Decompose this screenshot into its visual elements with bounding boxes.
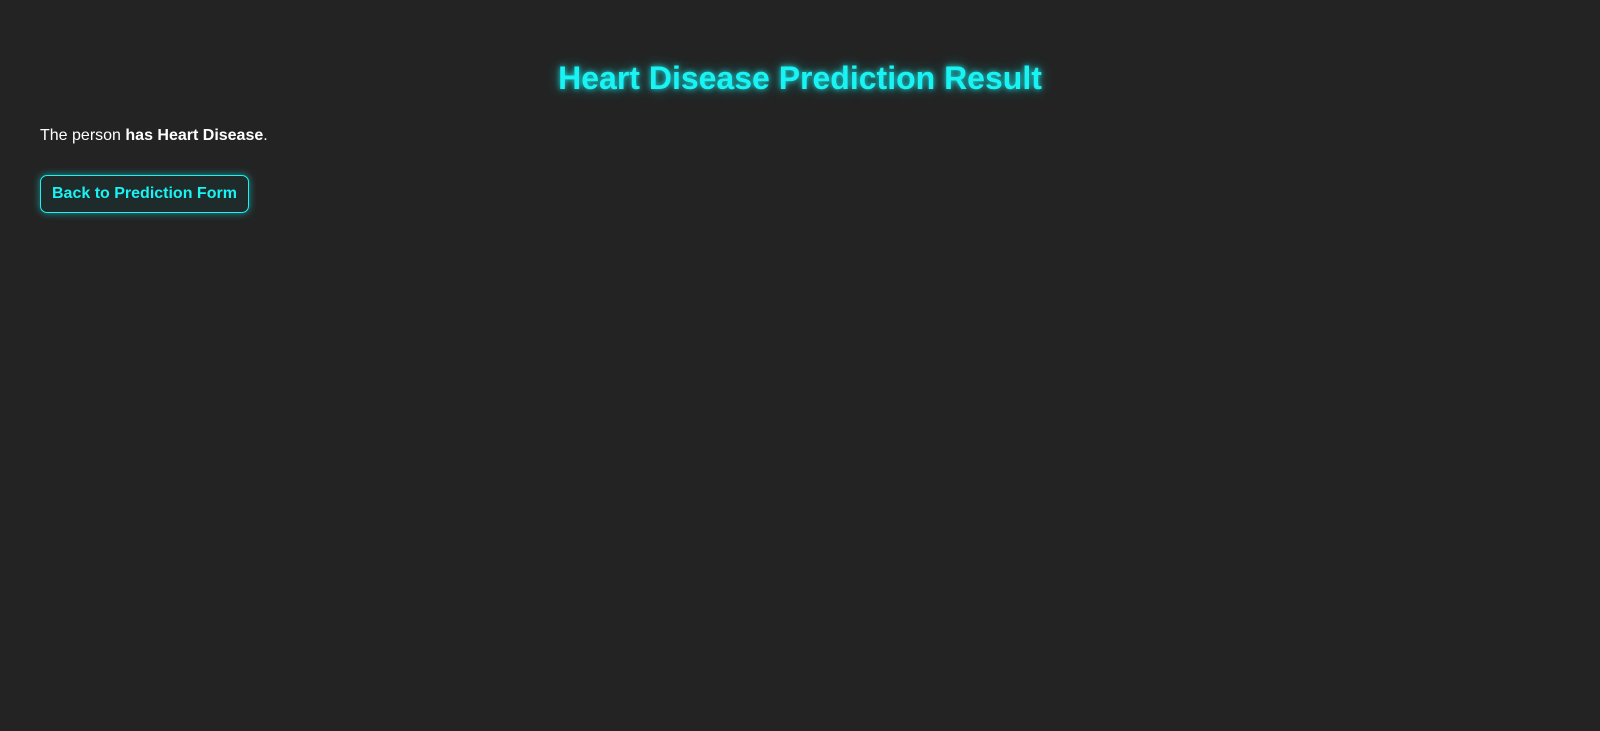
result-prefix: The person — [40, 127, 126, 144]
page-title: Heart Disease Prediction Result — [558, 60, 1042, 96]
prediction-result-text: The person has Heart Disease. — [40, 126, 268, 146]
result-page: Heart Disease Prediction Result The pers… — [0, 0, 1600, 731]
result-outcome: has Heart Disease — [125, 127, 264, 144]
result-suffix: . — [263, 127, 268, 144]
back-to-prediction-form-button[interactable]: Back to Prediction Form — [40, 175, 249, 213]
